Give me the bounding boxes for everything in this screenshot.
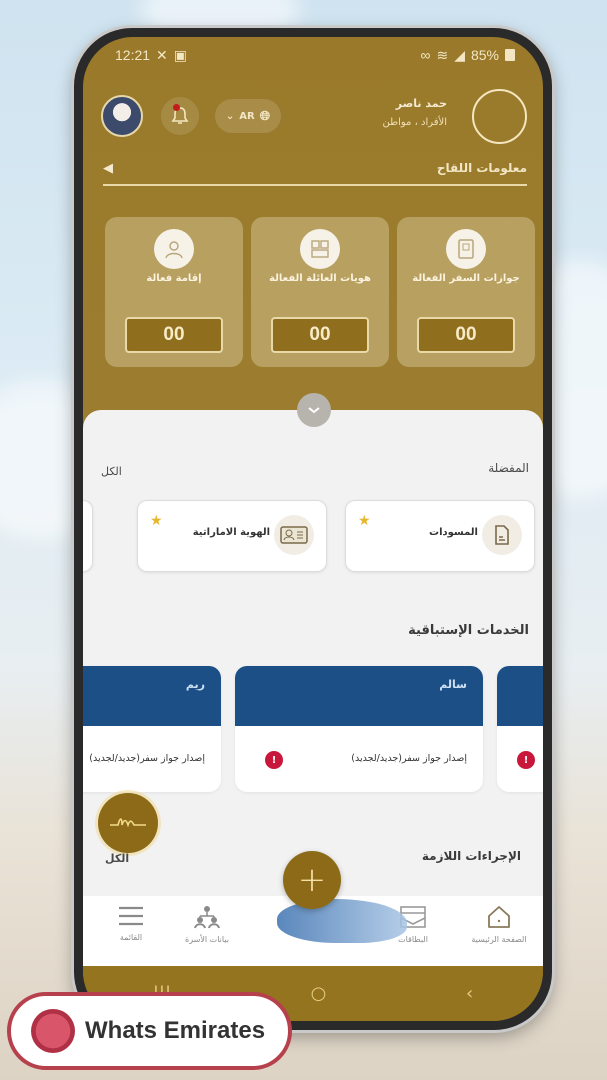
profile-photo-placeholder[interactable] [472,89,527,144]
divider [103,184,527,186]
stat-card-passports[interactable]: جوازات السفر الفعالة 00 [397,217,535,367]
signature-icon [110,818,146,828]
service-name: إصدار جواز سفر(جديد/لجديد) [89,753,205,764]
chevron-down-icon: ⌄ [225,110,235,122]
battery-icon [505,49,515,61]
proactive-card-reem[interactable]: ريم إصدار جواز سفر(جديد/لجديد) [83,666,221,792]
vaccination-info-title: معلومات اللقاح [436,161,527,175]
passport-icon [446,229,486,269]
user-name: حمد ناصر [395,97,447,110]
stat-card-family-ids[interactable]: هويات العائلة الفعالة 00 [251,217,389,367]
proactive-card-header: سالم [235,666,483,726]
favorite-label: الهوية الاماراتية [192,527,270,538]
nav-label: بيانات الأسرة [185,935,229,944]
status-bar: 12:21 ✕ ▣ ∞ ≋ ◢ 85% [83,37,543,73]
alert-icon: ! [517,751,535,769]
id-card-icon [274,515,314,555]
menu-icon [119,906,143,926]
service-name: إصدار جواز سفر(جديد/لجديد) [351,753,467,764]
nav-item-home[interactable]: الصفحة الرئيسية [459,904,539,944]
watermark-text: Whats Emirates [85,1017,266,1044]
beneficiary-name: ريم [185,678,205,691]
stat-label: هويات العائلة الفعالة [269,273,371,284]
language-label: AR [239,110,255,122]
status-time: 12:21 [115,47,151,63]
nav-label: القائمة [119,933,143,942]
family-ids-icon [300,229,340,269]
user-role: الأفراد ، مواطن [382,117,447,128]
star-icon[interactable]: ★ [150,513,163,529]
battery-percent: 85% [470,47,499,63]
whats-emirates-logo-icon [31,1009,75,1053]
notification-dot [173,104,180,111]
favorite-card-emirates-id[interactable]: ★ الهوية الاماراتية [137,500,327,572]
back-button[interactable]: ‹ [466,983,473,1004]
stat-label: إقامة فعالة [146,273,202,284]
chevron-down-icon [308,407,320,414]
proactive-card-partial[interactable]: ! [497,666,543,792]
user-avatar[interactable] [101,95,143,137]
proactive-card-salem[interactable]: سالم إصدار جواز سفر(جديد/لجديد) ! [235,666,483,792]
vaccination-info-row[interactable]: ◀ معلومات اللقاح [103,155,527,181]
app-screen: 12:21 ✕ ▣ ∞ ≋ ◢ 85% ⌄ AR 🌐︎ حمد ناصر الأ… [83,37,543,1021]
notification-icon: ✕ [156,46,168,63]
stat-count: 00 [271,317,369,353]
required-actions-view-all-link[interactable]: الكل [105,852,129,865]
language-selector[interactable]: ⌄ AR 🌐︎ [215,99,281,133]
proactive-services-title: الخدمات الإستباقية [408,623,529,638]
link-icon: ∞ [420,47,431,63]
proactive-card-header [497,666,543,726]
signature-button[interactable] [98,793,158,853]
favorite-label: المسودات [429,527,478,538]
nav-label: البطاقات [398,935,428,944]
fab-splash-decoration [277,899,407,943]
nav-item-menu[interactable]: القائمة [91,904,171,942]
nav-item-family-data[interactable]: بيانات الأسرة [167,904,247,944]
home-button[interactable]: ○ [311,983,327,1004]
favorite-card-drafts[interactable]: ★ المسودات [345,500,535,572]
home-icon [488,906,510,928]
stat-count: 00 [417,317,515,353]
collapse-button[interactable] [297,393,331,427]
stat-count: 00 [125,317,223,353]
alert-icon: ! [265,751,283,769]
favorite-card-partial[interactable] [83,500,93,572]
proactive-card-header: ريم [83,666,221,726]
document-icon [482,515,522,555]
add-button[interactable]: + [283,851,341,909]
stat-label: جوازات السفر الفعالة [412,273,520,284]
family-tree-icon [194,906,220,929]
required-actions-title: الإجراءات اللازمة [421,849,521,863]
app-header: ⌄ AR 🌐︎ حمد ناصر الأفراد ، مواطن [101,89,527,149]
phone-frame: 12:21 ✕ ▣ ∞ ≋ ◢ 85% ⌄ AR 🌐︎ حمد ناصر الأ… [74,28,552,1030]
star-icon[interactable]: ★ [358,513,371,529]
wifi-icon: ≋ [436,46,449,63]
beneficiary-name: سالم [439,678,467,691]
favorites-view-all-link[interactable]: الكل [101,465,122,478]
caret-left-icon[interactable]: ◀ [103,161,113,176]
gallery-icon: ▣ [173,46,188,63]
signal-icon: ◢ [454,46,465,63]
notifications-button[interactable] [161,97,199,135]
nav-label: الصفحة الرئيسية [471,935,527,944]
globe-icon: 🌐︎ [259,108,271,124]
watermark-badge: Whats Emirates [7,992,292,1070]
favorites-title: المفضلة [488,461,529,475]
stat-card-residency[interactable]: إقامة فعالة 00 [105,217,243,367]
residency-icon [154,229,194,269]
